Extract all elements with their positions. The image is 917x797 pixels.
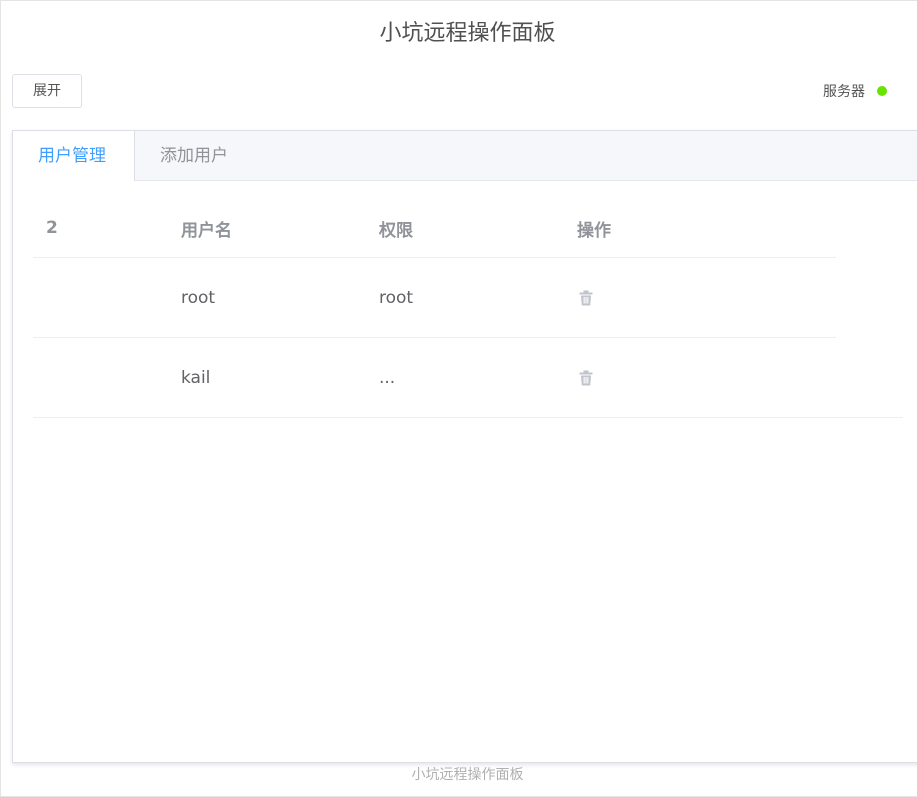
server-label: 服务器: [823, 84, 865, 100]
table-row: kail ...: [33, 338, 903, 418]
tab-add-user[interactable]: 添加用户: [135, 131, 253, 181]
column-header-count: 2: [46, 218, 58, 238]
trash-icon[interactable]: [577, 289, 595, 307]
table-row: root root: [33, 258, 836, 338]
row-action: [577, 258, 595, 337]
footer-text: 小坑远程操作面板: [411, 767, 524, 783]
main-card: 用户管理 添加用户 2 用户名 权限 操作 root root kail ...: [12, 130, 917, 763]
column-header-username: 用户名: [181, 220, 232, 241]
app-window: 小坑远程操作面板 展开 服务器 用户管理 添加用户 2 用户名 权限 操作 ro…: [0, 0, 917, 797]
expand-button[interactable]: 展开: [12, 74, 82, 108]
tab-user-management[interactable]: 用户管理: [13, 131, 135, 181]
column-header-permission: 权限: [379, 220, 413, 241]
column-header-action: 操作: [577, 220, 611, 241]
row-username: root: [181, 287, 216, 308]
row-permission: root: [379, 287, 414, 308]
row-username: kail: [181, 367, 211, 388]
trash-icon[interactable]: [577, 369, 595, 387]
page-title: 小坑远程操作面板: [379, 21, 556, 46]
users-table: 2 用户名 权限 操作 root root kail ...: [33, 199, 903, 418]
row-action: [577, 338, 595, 417]
tab-bar: 用户管理 添加用户: [13, 131, 917, 181]
table-header-row: 2 用户名 权限 操作: [33, 199, 836, 258]
row-permission: ...: [379, 367, 396, 388]
server-status: 服务器: [823, 81, 887, 101]
server-status-dot-icon: [877, 86, 887, 96]
